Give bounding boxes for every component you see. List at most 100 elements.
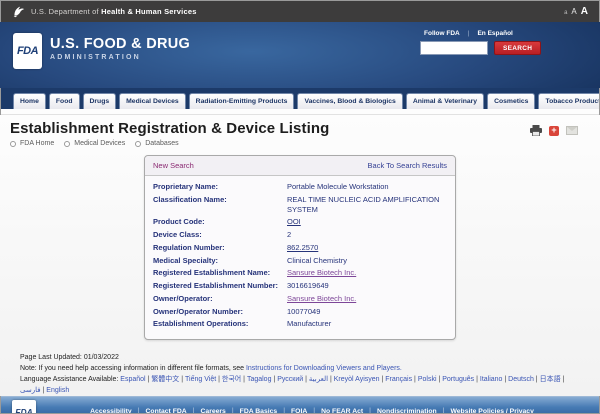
fda-page: U.S. Department of Health & Human Servic…: [0, 0, 600, 414]
primary-nav: Home Food Drugs Medical Devices Radiatio…: [0, 88, 600, 115]
masthead-right: Follow FDA | En Español SEARCH: [420, 30, 570, 55]
breadcrumb-fda-home[interactable]: FDA Home: [10, 140, 54, 147]
font-size-small-button[interactable]: a: [564, 10, 567, 16]
hhs-department-label: U.S. Department of Health & Human Servic…: [31, 7, 197, 16]
classification-name-value: REAL TIME NUCLEIC ACID AMPLIFICATION SYS…: [287, 195, 447, 215]
footer-bar: FDA Accessibility | Contact FDA | Careers |…: [0, 396, 600, 414]
lang-vietnamese-link[interactable]: Tiếng Việt: [185, 376, 222, 383]
main-content: Establishment Registration & Device List…: [0, 115, 600, 396]
back-to-search-results-link[interactable]: Back To Search Results: [368, 161, 447, 170]
table-row: Medical Specialty: Clinical Chemistry: [153, 256, 447, 266]
font-size-large-button[interactable]: A: [581, 6, 588, 17]
footer-link-contact-fda[interactable]: Contact FDA: [146, 408, 187, 414]
masthead-link-separator: |: [468, 30, 470, 37]
field-label: Classification Name:: [153, 195, 287, 215]
lang-german-link[interactable]: Deutsch: [508, 376, 539, 383]
breadcrumb-bullet-icon: [64, 141, 70, 147]
email-icon[interactable]: [566, 126, 578, 135]
new-search-link[interactable]: New Search: [153, 161, 194, 170]
tab-radiation-emitting-products[interactable]: Radiation-Emitting Products: [189, 93, 295, 109]
detail-rows: Proprietary Name: Portable Molecule Work…: [145, 176, 455, 339]
fda-brand: U.S. FOOD & DRUG ADMINISTRATION: [50, 36, 190, 61]
footer-separator: |: [443, 408, 445, 414]
lang-chinese-link[interactable]: 繁體中文: [151, 376, 185, 383]
search-input[interactable]: [420, 41, 488, 55]
table-row: Regulation Number: 862.2570: [153, 243, 447, 253]
share-plus-icon[interactable]: +: [549, 126, 559, 136]
hhs-dept-prefix: U.S. Department of: [31, 7, 99, 16]
regulation-number-link[interactable]: 862.2570: [287, 243, 447, 253]
tab-vaccines-blood-biologics[interactable]: Vaccines, Blood & Biologics: [297, 93, 402, 109]
breadcrumb-databases[interactable]: Databases: [135, 140, 178, 147]
follow-fda-link[interactable]: Follow FDA: [424, 30, 460, 37]
lang-portuguese-link[interactable]: Português: [442, 376, 480, 383]
search-button[interactable]: SEARCH: [494, 41, 541, 55]
font-size-controls: a A A: [564, 6, 588, 17]
footer-link-website-policies[interactable]: Website Policies / Privacy: [450, 408, 533, 414]
breadcrumb-label: FDA Home: [20, 140, 54, 147]
lang-polish-link[interactable]: Polski: [418, 376, 442, 383]
lang-kreyol-link[interactable]: Kreyòl Ayisyen: [334, 376, 386, 383]
lang-russian-link[interactable]: Русский: [277, 376, 309, 383]
registered-establishment-name-link[interactable]: Sansure Biotech Inc.: [287, 268, 447, 278]
device-class-value: 2: [287, 230, 447, 240]
field-label: Establishment Operations:: [153, 319, 287, 329]
format-note: Note: If you need help accessing informa…: [20, 364, 580, 375]
table-row: Proprietary Name: Portable Molecule Work…: [153, 182, 447, 192]
footer-link-fda-basics[interactable]: FDA Basics: [240, 408, 278, 414]
field-label: Device Class:: [153, 230, 287, 240]
tab-tobacco-products[interactable]: Tobacco Products: [538, 93, 600, 109]
footer-link-accessibility[interactable]: Accessibility: [90, 408, 132, 414]
tab-home[interactable]: Home: [13, 93, 46, 109]
lang-tagalog-link[interactable]: Tagalog: [247, 376, 277, 383]
footer-separator: |: [369, 408, 371, 414]
lang-english-link[interactable]: English: [46, 387, 69, 394]
lang-korean-link[interactable]: 한국어: [222, 376, 247, 383]
tab-food[interactable]: Food: [49, 93, 80, 109]
tab-cosmetics[interactable]: Cosmetics: [487, 93, 535, 109]
footer-separator: |: [283, 408, 285, 414]
fda-logo[interactable]: FDA: [13, 33, 42, 69]
lang-japanese-link[interactable]: 日本語: [540, 376, 565, 383]
lang-farsi-link[interactable]: فارسی: [20, 387, 46, 394]
footer-link-no-fear-act[interactable]: No FEAR Act: [321, 408, 363, 414]
breadcrumb-medical-devices[interactable]: Medical Devices: [64, 140, 125, 147]
fda-logo-text: FDA: [17, 45, 38, 57]
field-label: Regulation Number:: [153, 243, 287, 253]
footer-link-careers[interactable]: Careers: [201, 408, 226, 414]
lang-espanol-link[interactable]: Español: [120, 376, 151, 383]
owner-operator-number-value: 10077049: [287, 307, 447, 317]
medical-specialty-value: Clinical Chemistry: [287, 256, 447, 266]
en-espanol-link[interactable]: En Español: [477, 30, 512, 37]
table-row: Owner/Operator: Sansure Biotech Inc.: [153, 294, 447, 304]
field-label: Proprietary Name:: [153, 182, 287, 192]
footer-link-foia[interactable]: FOIA: [291, 408, 307, 414]
nav-tab-bar: Home Food Drugs Medical Devices Radiatio…: [0, 88, 600, 109]
tab-medical-devices[interactable]: Medical Devices: [119, 93, 186, 109]
viewers-players-link[interactable]: Instructions for Downloading Viewers and…: [246, 365, 402, 372]
breadcrumb-bullet-icon: [135, 141, 141, 147]
masthead-links: Follow FDA | En Español: [424, 30, 570, 37]
lang-french-link[interactable]: Français: [385, 376, 418, 383]
tab-animal-veterinary[interactable]: Animal & Veterinary: [406, 93, 484, 109]
owner-operator-link[interactable]: Sansure Biotech Inc.: [287, 294, 447, 304]
table-row: Registered Establishment Number: 3016619…: [153, 281, 447, 291]
tab-drugs[interactable]: Drugs: [83, 93, 117, 109]
product-code-link[interactable]: OOI: [287, 217, 447, 227]
lang-arabic-link[interactable]: العربية: [309, 376, 334, 383]
print-icon[interactable]: [530, 125, 542, 136]
table-row: Device Class: 2: [153, 230, 447, 240]
registered-establishment-number-value: 3016619649: [287, 281, 447, 291]
font-size-medium-button[interactable]: A: [571, 7, 576, 16]
footer-link-nondiscrimination[interactable]: Nondiscrimination: [377, 408, 437, 414]
last-updated-text: Page Last Updated: 01/03/2022: [20, 353, 580, 364]
search-row: SEARCH: [420, 41, 570, 55]
hhs-top-bar: U.S. Department of Health & Human Servic…: [0, 0, 600, 22]
footer-fda-logo[interactable]: FDA: [12, 400, 36, 414]
page-info: Page Last Updated: 01/03/2022 Note: If y…: [10, 353, 590, 396]
footer-separator: |: [232, 408, 234, 414]
proprietary-name-value: Portable Molecule Workstation: [287, 182, 447, 192]
breadcrumb-bullet-icon: [10, 141, 16, 147]
field-label: Owner/Operator Number:: [153, 307, 287, 317]
lang-italian-link[interactable]: Italiano: [480, 376, 508, 383]
